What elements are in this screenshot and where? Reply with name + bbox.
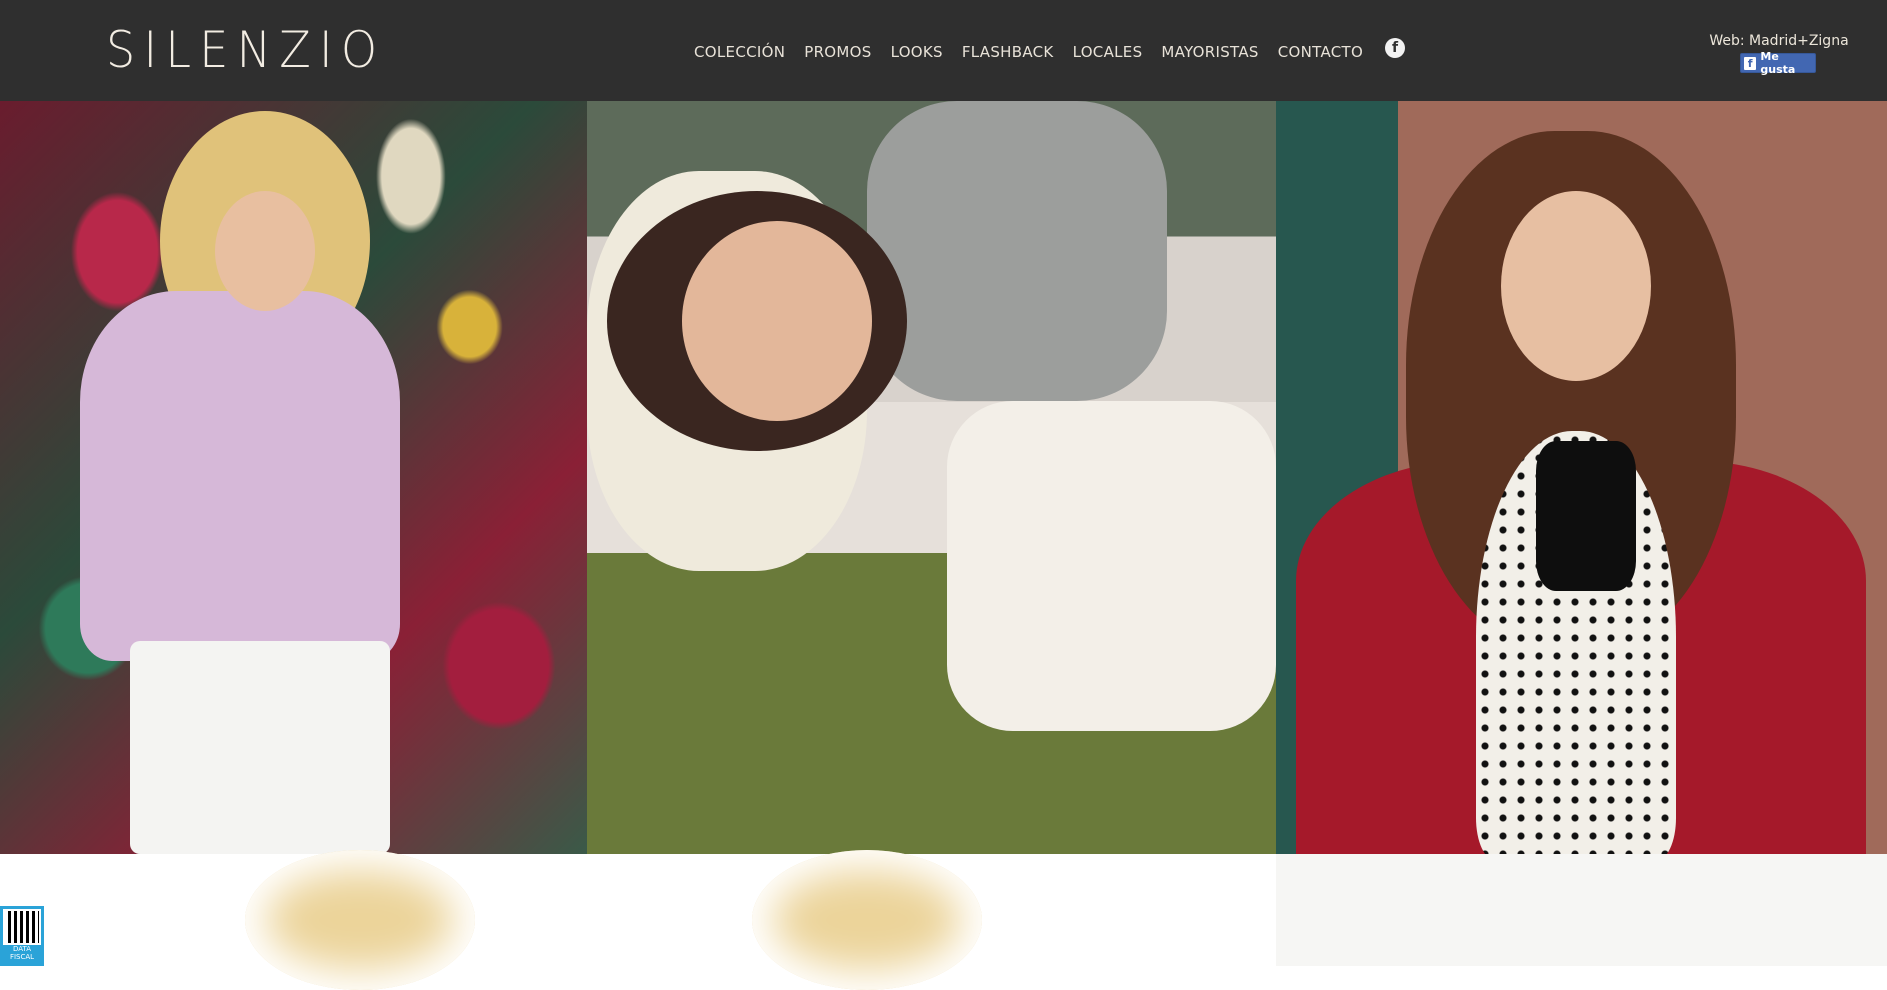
photo-1-shirt (80, 291, 400, 661)
gallery-row-2 (0, 850, 1887, 990)
gallery-photo-5[interactable] (587, 850, 1276, 990)
facebook-logo-icon: f (1744, 56, 1757, 70)
like-button-label: Me gusta (1760, 50, 1796, 76)
photo-2-sweater (867, 101, 1167, 401)
gallery-photo-1[interactable] (0, 101, 587, 854)
photo-1-face (215, 191, 315, 311)
photo-1-pants (130, 641, 390, 854)
data-fiscal-badge[interactable]: DATA FISCAL (0, 906, 44, 966)
nav-item-locales[interactable]: LOCALES (1073, 43, 1143, 61)
gallery-photo-4[interactable] (0, 850, 587, 990)
site-logo[interactable]: SILENZIO (106, 22, 385, 78)
photo-2-face (682, 221, 872, 421)
nav-item-coleccion[interactable]: COLECCIÓN (694, 43, 785, 61)
gallery-photo-2[interactable] (587, 101, 1276, 854)
facebook-like-button[interactable]: f Me gusta (1740, 50, 1816, 76)
gallery-photo-3[interactable] (1276, 101, 1887, 854)
data-fiscal-label: DATA FISCAL (9, 945, 35, 961)
photo-3-face (1501, 191, 1651, 381)
qr-code-icon (3, 909, 41, 945)
site-header: SILENZIO COLECCIÓN PROMOS LOOKS FLASHBAC… (0, 0, 1887, 101)
nav-item-mayoristas[interactable]: MAYORISTAS (1161, 43, 1258, 61)
nav-item-flashback[interactable]: FLASHBACK (962, 43, 1054, 61)
nav-item-looks[interactable]: LOOKS (891, 43, 943, 61)
main-nav: COLECCIÓN PROMOS LOOKS FLASHBACK LOCALES… (694, 37, 1406, 61)
facebook-icon[interactable]: f (1385, 37, 1406, 58)
photo-3-bow (1536, 441, 1636, 591)
gallery-photo-6[interactable] (1276, 854, 1887, 966)
photo-5-hair (752, 850, 982, 990)
nav-item-promos[interactable]: PROMOS (804, 43, 871, 61)
web-credit[interactable]: Web: Madrid+Zigna (1690, 32, 1868, 50)
photo-4-hair (245, 850, 475, 990)
photo-2-blouse (947, 401, 1276, 731)
nav-item-contacto[interactable]: CONTACTO (1278, 43, 1363, 61)
